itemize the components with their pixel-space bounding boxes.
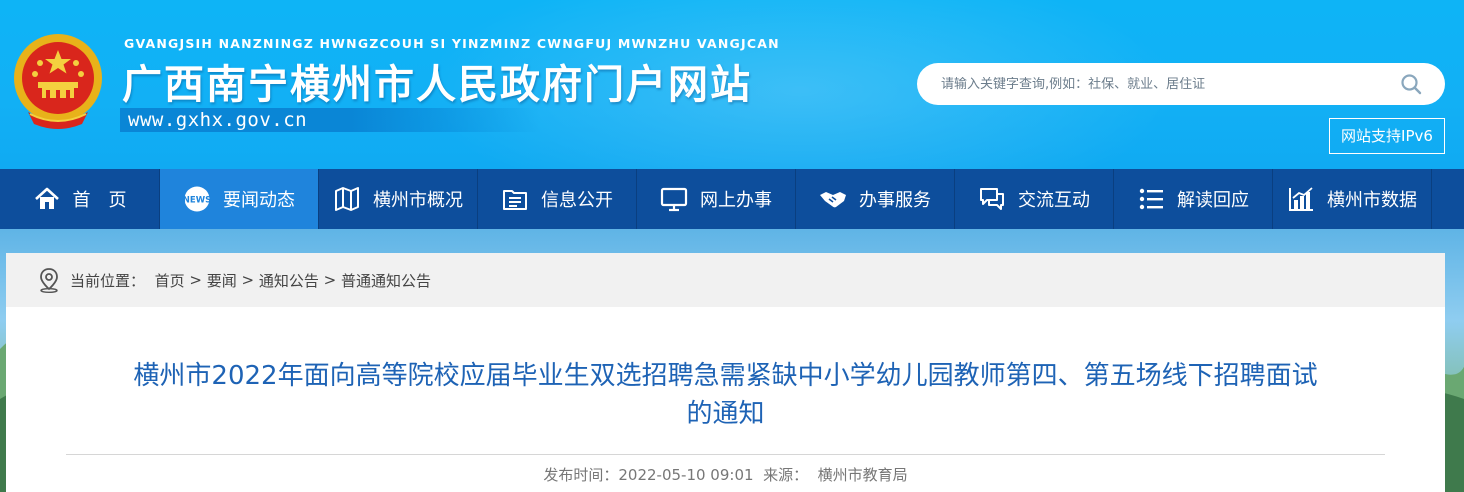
nav-label: 网上办事	[700, 190, 772, 211]
main-nav: 首 页 NEWS 要闻动态 横州市概况 信息公开 网上办事 办事服务 交流互动 …	[0, 169, 1464, 229]
source-label: 来源：	[763, 466, 809, 484]
nav-item-service[interactable]: 办事服务	[796, 169, 955, 229]
search-box	[917, 63, 1445, 105]
breadcrumb-home[interactable]: 首页	[155, 270, 185, 291]
nav-label: 交流互动	[1018, 190, 1090, 211]
article-title-line-2: 的通知	[686, 399, 765, 429]
news-icon: NEWS	[183, 186, 211, 212]
handshake-icon	[820, 192, 846, 208]
breadcrumb-separator: >	[318, 271, 341, 289]
monitor-icon	[660, 187, 688, 212]
title-divider	[66, 454, 1385, 455]
nav-item-home[interactable]: 首 页	[0, 169, 160, 229]
breadcrumb: 当前位置： 首页 > 要闻 > 通知公告 > 普通通知公告	[6, 253, 1445, 307]
nav-filler	[1432, 169, 1464, 229]
breadcrumb-general-notices[interactable]: 普通通知公告	[341, 270, 431, 291]
nav-item-interpretation[interactable]: 解读回应	[1114, 169, 1273, 229]
site-title[interactable]: 广西南宁横州市人民政府门户网站	[122, 52, 752, 110]
breadcrumb-separator: >	[184, 271, 207, 289]
site-title-pinyin: GVANGJSIH NANZNINGZ HWNGZCOUH SI YINZMIN…	[124, 36, 780, 51]
chat-icon	[980, 188, 1004, 210]
map-icon	[335, 187, 359, 211]
nav-label: 首 页	[72, 190, 127, 211]
article-title-line-1: 横州市2022年面向高等院校应届毕业生双选招聘急需紧缺中小学幼儿园教师第四、第五…	[133, 361, 1318, 391]
search-icon[interactable]	[1399, 72, 1423, 96]
home-icon	[34, 187, 59, 209]
svg-text:NEWS: NEWS	[183, 196, 211, 206]
location-pin-icon	[40, 268, 58, 293]
nav-item-news[interactable]: NEWS 要闻动态	[160, 169, 319, 229]
list-icon	[1139, 188, 1163, 210]
nav-label: 办事服务	[859, 190, 931, 211]
nav-label: 横州市概况	[373, 190, 463, 211]
site-url: www.gxhx.gov.cn	[128, 109, 308, 131]
ipv6-badge[interactable]: 网站支持IPv6	[1329, 118, 1445, 154]
breadcrumb-notices[interactable]: 通知公告	[259, 270, 319, 291]
nav-item-overview[interactable]: 横州市概况	[319, 169, 478, 229]
nav-label: 要闻动态	[223, 190, 295, 211]
bar-chart-icon	[1289, 187, 1313, 211]
breadcrumb-news[interactable]: 要闻	[207, 270, 237, 291]
publish-label: 发布时间：	[543, 466, 619, 484]
nav-label: 横州市数据	[1327, 190, 1417, 211]
article-title: 横州市2022年面向高等院校应届毕业生双选招聘急需紧缺中小学幼儿园教师第四、第五…	[46, 357, 1405, 433]
nav-item-online[interactable]: 网上办事	[637, 169, 796, 229]
nav-item-data[interactable]: 横州市数据	[1273, 169, 1432, 229]
source-value: 横州市教育局	[817, 466, 908, 484]
article-panel: 当前位置： 首页 > 要闻 > 通知公告 > 普通通知公告 横州市2022年面向…	[6, 253, 1445, 492]
breadcrumb-prefix: 当前位置：	[70, 271, 146, 290]
nav-label: 信息公开	[541, 190, 613, 211]
publish-time: 2022-05-10 09:01	[618, 466, 754, 484]
site-header: GVANGJSIH NANZNINGZ HWNGZCOUH SI YINZMIN…	[0, 0, 1464, 169]
article-meta: 发布时间：2022-05-10 09:01 来源： 横州市教育局	[6, 464, 1445, 485]
folder-list-icon	[503, 190, 527, 210]
nav-label: 解读回应	[1177, 190, 1249, 211]
nav-item-info[interactable]: 信息公开	[478, 169, 637, 229]
breadcrumb-separator: >	[236, 271, 259, 289]
search-input[interactable]	[941, 76, 1381, 92]
national-emblem-icon[interactable]	[10, 30, 106, 134]
nav-item-interaction[interactable]: 交流互动	[955, 169, 1114, 229]
